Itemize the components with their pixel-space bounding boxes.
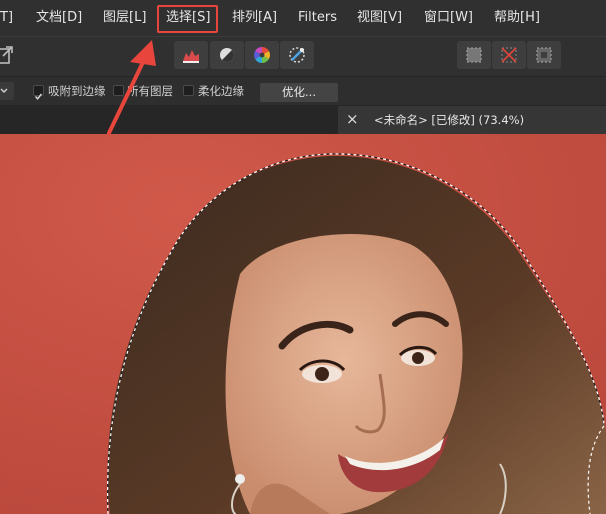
- color-wheel-button[interactable]: [245, 41, 279, 69]
- all-layers-label: 所有图层: [127, 84, 173, 98]
- menu-item-document[interactable]: 文档[D]: [36, 0, 82, 36]
- invert-selection-button[interactable]: [527, 41, 561, 69]
- chevron-down-icon[interactable]: [0, 82, 14, 100]
- soft-edges-checkbox[interactable]: [183, 85, 194, 96]
- all-layers-checkbox[interactable]: [113, 85, 124, 96]
- menu-item-view[interactable]: 视图[V]: [357, 0, 402, 36]
- refine-selection-button[interactable]: [280, 41, 314, 69]
- menu-item-arrange[interactable]: 排列[A]: [232, 0, 277, 36]
- menu-item-filters[interactable]: Filters: [298, 0, 337, 36]
- document-tab-bar: × <未命名> [已修改] (73.4%): [0, 106, 606, 134]
- document-canvas[interactable]: [0, 134, 606, 514]
- menu-item-help[interactable]: 帮助[H]: [494, 0, 540, 36]
- photo-portrait: [0, 134, 606, 514]
- refine-button[interactable]: 优化...: [260, 83, 338, 102]
- select-all-button[interactable]: [457, 41, 491, 69]
- contrast-button[interactable]: [210, 41, 244, 69]
- snap-to-edges-checkbox[interactable]: [33, 85, 44, 100]
- deselect-button[interactable]: [492, 41, 526, 69]
- toolbar: [0, 36, 606, 76]
- checkmark-icon: [34, 93, 43, 100]
- levels-button[interactable]: [174, 41, 208, 69]
- snap-to-edges-label: 吸附到边缘: [48, 84, 106, 98]
- context-toolbar: 吸附到边缘 所有图层 柔化边缘 优化...: [0, 76, 606, 106]
- menu-item-window[interactable]: 窗口[W]: [424, 0, 473, 36]
- menu-item-text[interactable]: T]: [0, 0, 13, 36]
- document-tab[interactable]: × <未命名> [已修改] (73.4%): [338, 106, 606, 134]
- document-tab-title: <未命名> [已修改] (73.4%): [374, 113, 525, 127]
- soft-edges-label: 柔化边缘: [198, 84, 244, 98]
- menubar: T] 文档[D] 图层[L] 选择[S] 排列[A] Filters 视图[V]…: [0, 0, 606, 36]
- close-icon[interactable]: ×: [346, 106, 359, 134]
- annotation-highlight-box: [157, 5, 218, 33]
- export-icon[interactable]: [0, 44, 14, 70]
- menu-item-layer[interactable]: 图层[L]: [103, 0, 146, 36]
